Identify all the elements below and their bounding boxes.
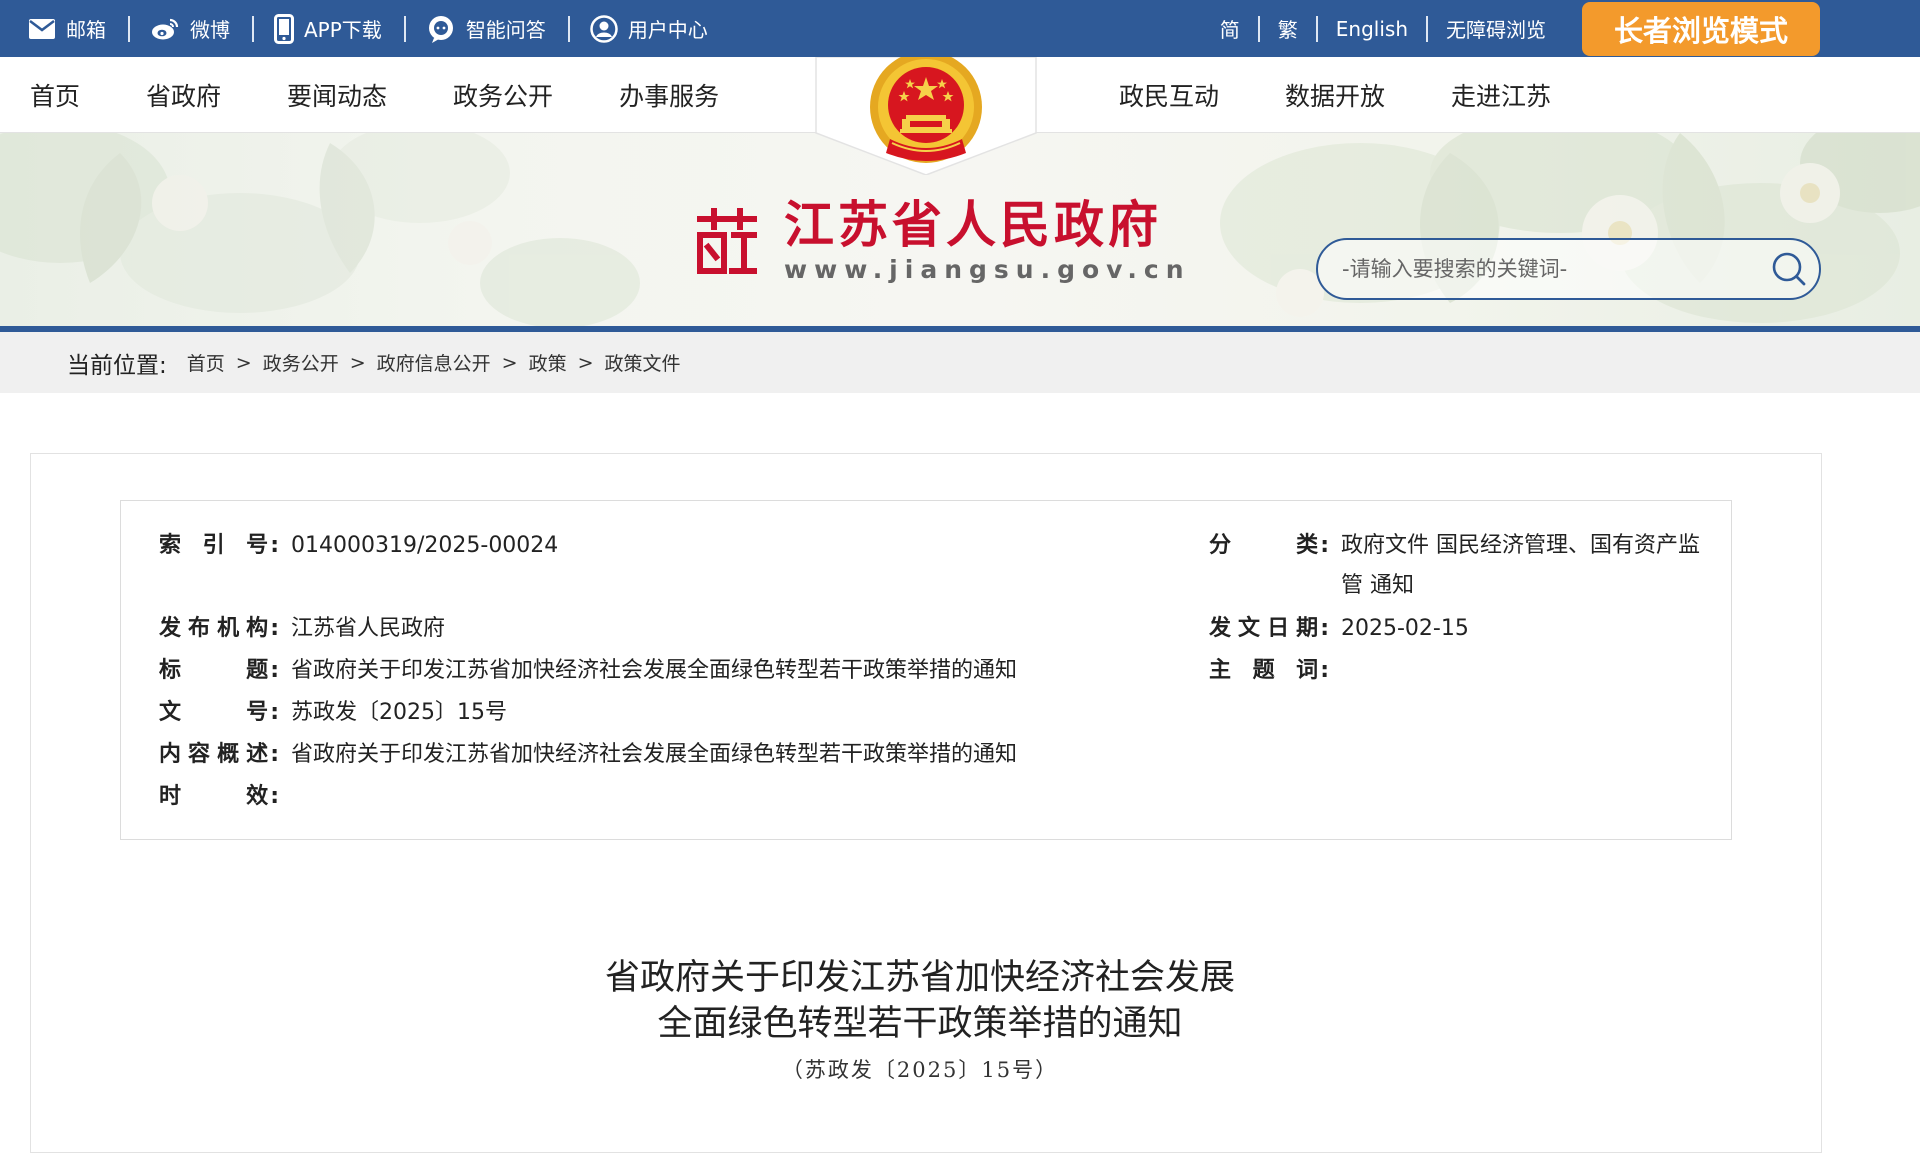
jiangsu-logo-icon [697, 207, 757, 274]
search-box [1316, 238, 1821, 300]
breadcrumb-label: 当前位置: [67, 352, 167, 379]
national-emblem[interactable] [814, 51, 1038, 176]
top-divider [567, 15, 570, 42]
search-icon [1772, 252, 1806, 286]
top-right-links: 简 繁 English 无障碍浏览 长者浏览模式 [1202, 0, 1920, 57]
document-metadata-table: 索引号: 014000319/2025-00024 发布机构: 江苏省人民政府 … [120, 500, 1732, 840]
breadcrumb-policy-documents[interactable]: 政策文件 [605, 349, 681, 376]
meta-value: 政府文件 国民经济管理、国有资产监 管 通知 [1341, 526, 1700, 606]
meta-title: 标题: 省政府关于印发江苏省加快经济社会发展全面绿色转型若干政策举措的通知 [159, 651, 1017, 691]
nav-interaction[interactable]: 政民互动 [1119, 77, 1219, 113]
meta-index-no: 索引号: 014000319/2025-00024 [159, 526, 558, 566]
nav-government-affairs[interactable]: 政务公开 [453, 77, 553, 113]
meta-label: 发布机构 [159, 616, 269, 641]
app-download-link[interactable]: APP下载 [274, 13, 404, 44]
document-title: 省政府关于印发江苏省加快经济社会发展 全面绿色转型若干政策举措的通知 [0, 955, 1840, 1047]
simplified-chinese-link[interactable]: 简 [1202, 14, 1258, 43]
site-domain: www.jiangsu.gov.cn [784, 255, 1191, 284]
top-utility-bar: 邮箱 微博 APP下载 智能问答 用户中心 简 繁 English 无障碍浏览 … [0, 0, 1920, 57]
document-number: （苏政发〔2025〕15号） [781, 1058, 1059, 1082]
meta-value: 苏政发〔2025〕15号 [291, 700, 507, 725]
meta-label: 索引号 [159, 533, 269, 558]
traditional-chinese-link[interactable]: 繁 [1260, 14, 1316, 43]
breadcrumb-bar: 当前位置: 首页 > 政务公开 > 政府信息公开 > 政策 > 政策文件 [0, 332, 1920, 393]
nav-about-jiangsu[interactable]: 走进江苏 [1451, 77, 1551, 113]
chat-icon [426, 14, 456, 44]
meta-label: 文号 [159, 700, 269, 725]
accessibility-link[interactable]: 无障碍浏览 [1428, 14, 1564, 43]
meta-value: 江苏省人民政府 [291, 616, 446, 641]
meta-summary: 内容概述: 省政府关于印发江苏省加快经济社会发展全面绿色转型若干政策举措的通知 [159, 735, 1017, 775]
user-center-label: 用户中心 [627, 18, 708, 42]
user-icon [590, 14, 618, 43]
weibo-label: 微博 [190, 18, 230, 42]
meta-label: 发文日期 [1209, 616, 1319, 641]
meta-category-line1: 政府文件 国民经济管理、国有资产监 [1341, 533, 1700, 558]
meta-label: 时效 [159, 784, 269, 809]
user-center-link[interactable]: 用户中心 [590, 14, 730, 43]
meta-date: 发文日期: 2025-02-15 [1209, 609, 1469, 649]
site-name-block: 江苏省人民政府 www.jiangsu.gov.cn [784, 195, 1191, 285]
meta-publisher: 发布机构: 江苏省人民政府 [159, 609, 445, 649]
mail-icon [28, 18, 56, 40]
search-button[interactable] [1759, 239, 1819, 299]
weibo-icon [150, 17, 180, 41]
search-input[interactable] [1340, 249, 1759, 289]
nav-left-group: 首页 省政府 要闻动态 政务公开 办事服务 [30, 57, 719, 133]
nav-provincial-government[interactable]: 省政府 [146, 77, 221, 113]
meta-category-line2: 管 通知 [1341, 573, 1414, 598]
meta-value: 014000319/2025-00024 [291, 533, 559, 558]
breadcrumb-separator: > [235, 351, 252, 374]
meta-value: 省政府关于印发江苏省加快经济社会发展全面绿色转型若干政策举措的通知 [291, 658, 1018, 683]
smart-qa-label: 智能问答 [465, 18, 546, 42]
site-logo[interactable]: 江苏省人民政府 www.jiangsu.gov.cn [694, 197, 1191, 284]
smart-qa-link[interactable]: 智能问答 [426, 14, 568, 44]
breadcrumb-home[interactable]: 首页 [187, 349, 225, 376]
weibo-link[interactable]: 微博 [150, 14, 252, 43]
app-download-label: APP下载 [304, 18, 382, 42]
document-title-line2: 全面绿色转型若干政策举措的通知 [657, 1004, 1183, 1044]
phone-icon [274, 13, 294, 44]
meta-label: 标题 [159, 658, 269, 683]
nav-home[interactable]: 首页 [30, 77, 80, 113]
document-title-line1: 省政府关于印发江苏省加快经济社会发展 [604, 958, 1235, 998]
meta-category: 分类: 政府文件 国民经济管理、国有资产监 管 通知 [1209, 526, 1700, 606]
meta-label: 内容概述 [159, 742, 269, 767]
meta-value: 省政府关于印发江苏省加快经济社会发展全面绿色转型若干政策举措的通知 [291, 742, 1018, 767]
breadcrumb-separator: > [349, 351, 366, 374]
breadcrumb-separator: > [501, 351, 518, 374]
breadcrumb: 当前位置: 首页 > 政务公开 > 政府信息公开 > 政策 > 政策文件 [67, 332, 681, 393]
meta-validity: 时效: [159, 777, 291, 817]
nav-open-data[interactable]: 数据开放 [1285, 77, 1385, 113]
elder-mode-button[interactable]: 长者浏览模式 [1582, 1, 1820, 56]
meta-keywords: 主题词: [1209, 651, 1341, 691]
meta-value: 2025-02-15 [1341, 616, 1469, 641]
breadcrumb-policy[interactable]: 政策 [529, 349, 567, 376]
nav-services[interactable]: 办事服务 [619, 77, 719, 113]
breadcrumb-government-affairs[interactable]: 政务公开 [263, 349, 339, 376]
breadcrumb-info-disclosure[interactable]: 政府信息公开 [377, 349, 491, 376]
top-divider [252, 15, 254, 42]
english-link[interactable]: English [1318, 17, 1426, 41]
meta-label: 分类 [1209, 533, 1319, 558]
mail-label: 邮箱 [66, 18, 106, 42]
nav-right-group: 政民互动 数据开放 走进江苏 [1119, 57, 1551, 133]
top-divider [128, 15, 130, 42]
site-title: 江苏省人民政府 [784, 195, 1162, 254]
breadcrumb-separator: > [577, 351, 594, 374]
meta-label: 主题词 [1209, 658, 1319, 683]
nav-news[interactable]: 要闻动态 [287, 77, 387, 113]
top-divider [403, 15, 406, 42]
top-left-links: 邮箱 微博 APP下载 智能问答 用户中心 [28, 0, 730, 57]
mail-link[interactable]: 邮箱 [28, 14, 128, 43]
meta-doc-no: 文号: 苏政发〔2025〕15号 [159, 693, 507, 733]
